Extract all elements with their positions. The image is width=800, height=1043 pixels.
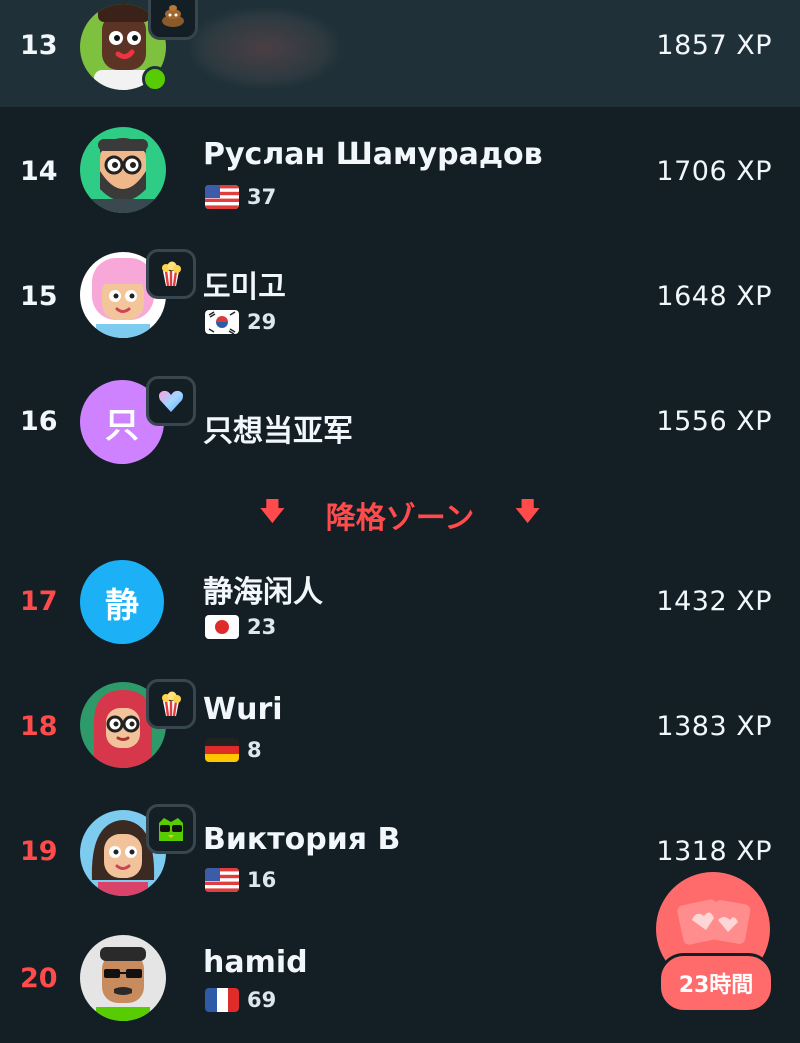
- rank-number: 14: [20, 156, 58, 187]
- streak-count: 29: [247, 310, 277, 334]
- rank-number: 19: [20, 836, 58, 867]
- avatar[interactable]: [80, 935, 166, 1021]
- leaderboard-row-15[interactable]: 15 도미고 29 1648 XP: [0, 235, 800, 360]
- streak-count: 23: [247, 615, 277, 639]
- arrow-down-icon: 🡇: [514, 497, 541, 527]
- user-name[interactable]: Виктория В: [203, 822, 400, 857]
- rank-number: 17: [20, 586, 58, 617]
- france-flag-icon: [205, 988, 239, 1012]
- rank-number: 20: [20, 963, 58, 994]
- leaderboard-row-14[interactable]: 14 Руслан Шамурадов 37 1706 XP: [0, 110, 800, 235]
- user-meta: 23: [205, 615, 276, 639]
- leaderboard-row-16[interactable]: 16 只 只想当亚军 1556 XP: [0, 360, 800, 485]
- arrow-down-icon: 🡇: [259, 497, 286, 527]
- xp-value: 1556 XP: [656, 406, 772, 437]
- rank-number: 16: [20, 406, 58, 437]
- online-status-dot: [142, 66, 168, 92]
- user-name[interactable]: 静海闲人: [203, 567, 323, 611]
- user-meta: 69: [205, 988, 276, 1012]
- xp-value: 1706 XP: [656, 156, 772, 187]
- user-name[interactable]: Руслан Шамурадов: [203, 137, 543, 172]
- reward-timer[interactable]: 23時間: [658, 953, 774, 1013]
- xp-value: 1432 XP: [656, 586, 772, 617]
- xp-value: 1648 XP: [656, 281, 772, 312]
- user-meta: 37: [205, 185, 276, 209]
- blurred-username: [190, 8, 340, 88]
- user-name[interactable]: 只想当亚军: [203, 406, 353, 450]
- xp-value: 1318 XP: [656, 836, 772, 867]
- japan-flag-icon: [205, 615, 239, 639]
- streak-count: 69: [247, 988, 277, 1012]
- xp-value: 1383 XP: [656, 711, 772, 742]
- popcorn-icon: [146, 679, 196, 729]
- demotion-zone-label: 降格ゾーン: [325, 501, 475, 536]
- demotion-zone-divider: 🡇 降格ゾーン 🡇: [0, 490, 800, 540]
- user-meta: 29: [205, 310, 276, 334]
- popcorn-icon: [146, 249, 196, 299]
- avatar[interactable]: [80, 127, 166, 213]
- leaderboard-row-17[interactable]: 17 静 静海闲人 23 1432 XP: [0, 540, 800, 665]
- korea-flag-icon: [205, 310, 239, 334]
- owl-sunglasses-icon: [146, 804, 196, 854]
- user-name[interactable]: hamid: [203, 945, 308, 980]
- us-flag-icon: [205, 868, 239, 892]
- streak-count: 16: [247, 868, 277, 892]
- leaderboard-row-13[interactable]: 13 1857 XP: [0, 0, 800, 107]
- rank-number: 15: [20, 281, 58, 312]
- user-meta: 8: [205, 738, 262, 762]
- user-name[interactable]: 도미고: [203, 262, 286, 306]
- user-name[interactable]: Wuri: [203, 692, 283, 727]
- germany-flag-icon: [205, 738, 239, 762]
- streak-count: 37: [247, 185, 277, 209]
- rank-number: 13: [20, 30, 58, 61]
- leaderboard-row-18[interactable]: 18 Wuri 8 1383 XP: [0, 665, 800, 790]
- avatar[interactable]: 静: [80, 560, 164, 644]
- heart-icon: [146, 376, 196, 426]
- user-meta: 16: [205, 868, 276, 892]
- xp-value: 1857 XP: [656, 30, 772, 61]
- us-flag-icon: [205, 185, 239, 209]
- rank-number: 18: [20, 711, 58, 742]
- streak-count: 8: [247, 738, 262, 762]
